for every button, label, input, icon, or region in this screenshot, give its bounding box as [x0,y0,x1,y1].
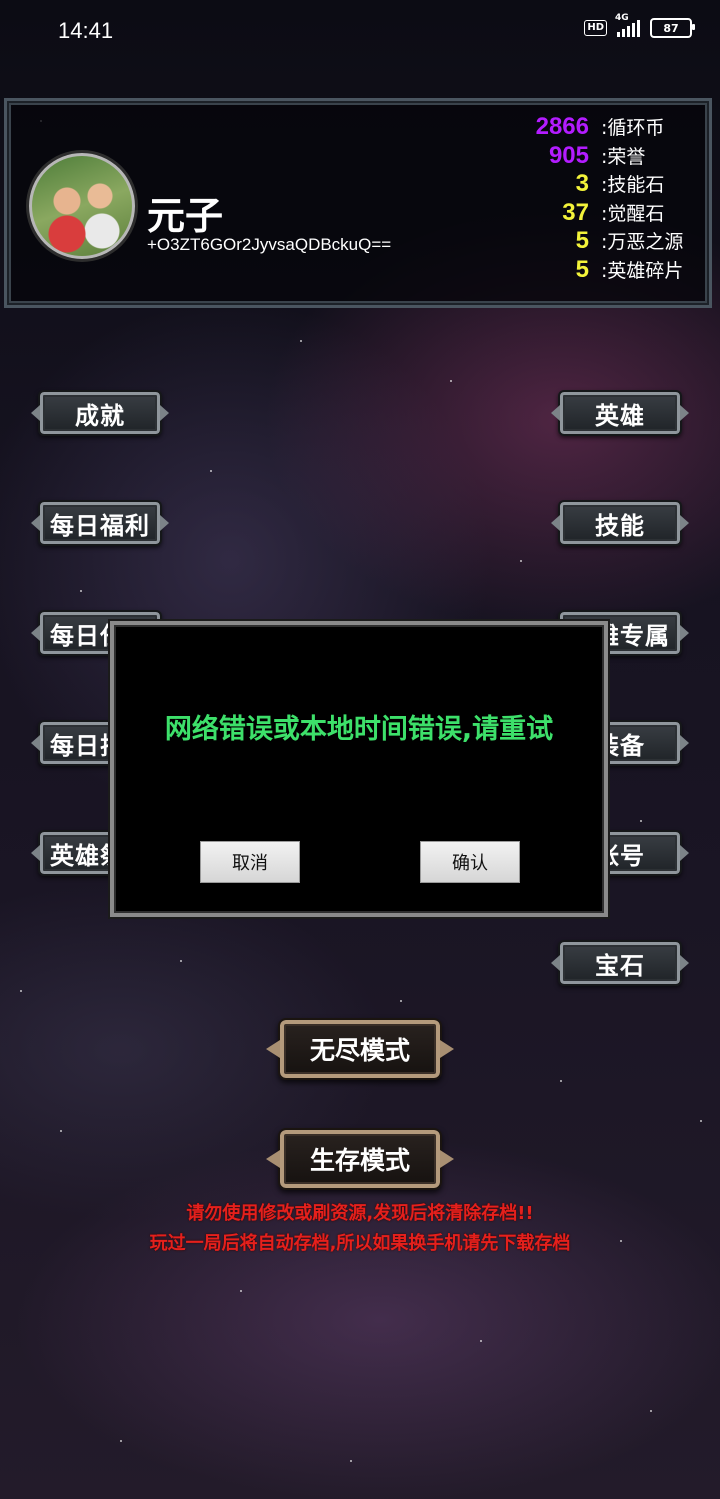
resource-value: 37 [562,198,589,226]
endless-mode-button[interactable]: 无尽模式 [278,1018,442,1080]
resource-value: 905 [548,141,589,169]
avatar[interactable] [29,153,135,259]
clock-time: 14:41 [58,18,114,43]
resource-value: 5 [575,255,589,283]
resource-label: :万恶之源 [601,231,684,253]
profile-panel: 元子 +O3ZT6GOr2JyvsaQDBckuQ== 2866 :循环币 90… [4,98,712,308]
resource-label: :技能石 [601,174,665,196]
status-bar: 14:41 HD 4G 87 [0,0,720,64]
warning-text-save: 玩过一局后将自动存档,所以如果换手机请先下载存档 [149,1233,571,1254]
resource-row: 905 :荣誉 [503,142,693,171]
resource-label: :英雄碎片 [601,259,684,282]
achievements-button[interactable]: 成就 [38,390,162,436]
resource-label: :循环币 [601,117,665,139]
hd-icon: HD [584,20,607,36]
warning-text-cheat: 请勿使用修改或刷资源,发现后将清除存档!! [186,1203,534,1224]
resource-value: 3 [575,170,589,197]
resource-label: :觉醒石 [601,202,665,225]
error-dialog: 网络错误或本地时间错误,请重试 取消 确认 [110,621,608,917]
player-name: 元子 [147,194,224,238]
resource-value: 5 [575,227,589,254]
resource-row: 5 :万恶之源 [503,227,693,256]
network-type-label: 4G [615,13,629,23]
cancel-button[interactable]: 取消 [200,841,300,883]
status-icons: HD 4G 87 [584,13,695,38]
heroes-button[interactable]: 英雄 [558,390,682,436]
resource-value: 2866 [535,113,589,140]
signal-icon: 4G [615,13,640,37]
survival-mode-button[interactable]: 生存模式 [278,1128,442,1190]
resource-row: 3 :技能石 [503,170,693,199]
daily-welfare-button[interactable]: 每日福利 [38,500,162,546]
confirm-button[interactable]: 确认 [420,841,520,883]
skills-button[interactable]: 技能 [558,500,682,546]
gems-button[interactable]: 宝石 [558,940,682,986]
resource-row: 2866 :循环币 [503,113,693,142]
resource-label: :荣誉 [601,145,646,168]
resource-list: 2866 :循环币 905 :荣誉 3 :技能石 37 :觉醒石 5 :万恶之源… [503,113,693,284]
player-id: +O3ZT6GOr2JyvsaQDBckuQ== [147,235,392,254]
battery-icon: 87 [650,18,695,38]
resource-row: 5 :英雄碎片 [503,256,693,285]
resource-row: 37 :觉醒石 [503,199,693,228]
dialog-message: 网络错误或本地时间错误,请重试 [164,714,554,745]
